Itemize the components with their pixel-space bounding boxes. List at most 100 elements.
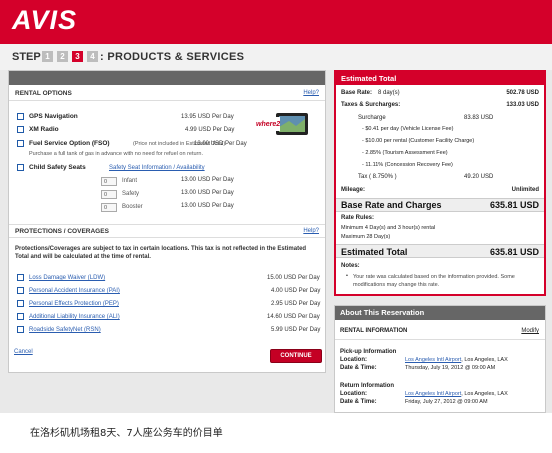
pai-checkbox[interactable] (17, 287, 24, 294)
ali-link[interactable]: Additional Liability Insurance (ALI) (29, 314, 120, 320)
return-date: Friday, July 27, 2012 @ 09:00 AM (405, 399, 488, 405)
ali-checkbox[interactable] (17, 313, 24, 320)
pickup-location-rest: , Los Angeles, LAX (461, 357, 508, 363)
estimated-total-header-title: Estimated Total (341, 74, 397, 83)
base-rate-value: 502.78 USD (506, 90, 539, 96)
pickup-location-label: Location: (340, 357, 367, 363)
pai-link[interactable]: Personal Accident Insurance (PAI) (29, 288, 120, 294)
rental-options-help-link[interactable]: Help? (303, 90, 319, 96)
screenshot-frame: AVIS STEP 1 2 3 4 : PRODUCTS & SERVICES … (0, 0, 552, 413)
modify-link[interactable]: Modify (521, 328, 539, 334)
notes-label: Notes: (341, 263, 360, 269)
step-2[interactable]: 2 (57, 51, 68, 62)
return-header: Return Information (340, 383, 394, 389)
booster-label: Booster (122, 204, 143, 210)
mileage-label: Mileage: (341, 187, 366, 193)
gps-label: GPS Navigation (29, 113, 78, 120)
rsn-link[interactable]: Roadside SafetyNet (RSN) (29, 327, 101, 333)
taxes-value: 133.03 USD (506, 102, 539, 108)
base-rate-days: 8 day(s) (378, 90, 400, 96)
surcharge-item: - 11.11% (Concession Recovery Fee) (362, 162, 453, 168)
about-reservation-title: About This Reservation (340, 308, 425, 317)
ldw-link[interactable]: Loss Damage Waiver (LDW) (29, 275, 105, 281)
rental-information-title: RENTAL INFORMATION (340, 328, 408, 334)
rental-options-header: RENTAL OPTIONS Help? (9, 87, 325, 101)
mileage-value: Unlimited (511, 187, 539, 193)
estimated-total-value: 635.81 USD (489, 247, 539, 257)
xm-radio-price: 4.99 USD Per Day (185, 127, 235, 133)
return-date-label: Date & Time: (340, 399, 377, 405)
child-seats-label: Child Safety Seats (29, 164, 86, 171)
fso-label: Fuel Service Option (FSO) (29, 140, 110, 147)
protections-title: PROTECTIONS / COVERAGES (15, 228, 109, 235)
return-location-rest: , Los Angeles, LAX (461, 391, 508, 397)
notes-bullet: • (346, 273, 348, 279)
image-caption: 在洛杉矶机场租8天、7人座公务车的价目单 (30, 428, 223, 439)
infant-label: Infant (122, 178, 138, 184)
step-4: 4 (87, 51, 98, 62)
step-1[interactable]: 1 (42, 51, 53, 62)
surcharge-label: Surcharge (358, 115, 386, 121)
pickup-header: Pick-up Information (340, 349, 397, 355)
options-panel: RENTAL OPTIONS Help? GPS Navigation 13.9… (8, 70, 326, 373)
pickup-date-label: Date & Time: (340, 365, 377, 371)
booster-qty-select[interactable]: 0 (101, 203, 117, 212)
return-location-label: Location: (340, 391, 367, 397)
ldw-checkbox[interactable] (17, 274, 24, 281)
base-charges-value: 635.81 USD (489, 200, 539, 210)
rate-rule: Maximum 28 Day(s) (341, 234, 391, 240)
rsn-price: 5.99 USD Per Day (271, 327, 321, 333)
cancel-link[interactable]: Cancel (14, 349, 33, 355)
gps-checkbox[interactable] (17, 113, 24, 120)
tax-value: 49.20 USD (464, 174, 494, 180)
pickup-date: Thursday, July 19, 2012 @ 09:00 AM (405, 365, 496, 371)
header-bar: AVIS (0, 0, 552, 44)
estimated-total-panel: Estimated Total Base Rate: 8 day(s) 502.… (334, 70, 546, 296)
pep-price: 2.95 USD Per Day (271, 301, 321, 307)
protections-header: PROTECTIONS / COVERAGES Help? (9, 224, 325, 238)
protections-notice: Protections/Coverages are subject to tax… (15, 246, 307, 260)
surcharge-item: - $10.00 per rental (Customer Facility C… (362, 138, 475, 144)
pai-price: 4.00 USD Per Day (271, 288, 321, 294)
safety-seat-info-link[interactable]: Safety Seat Information / Availability (109, 165, 205, 171)
protections-help-link[interactable]: Help? (303, 228, 319, 234)
pickup-location: Los Angeles Intl Airport, Los Angeles, L… (405, 357, 508, 363)
safety-qty-select[interactable]: 0 (101, 190, 117, 199)
gps-brand-text: where2 (256, 121, 281, 128)
rate-rules-label: Rate Rules: (341, 215, 375, 221)
about-reservation-header: About This Reservation (335, 306, 545, 320)
xm-radio-label: XM Radio (29, 126, 59, 133)
rate-rule: Minimum 4 Day(s) and 3 hour(s) rental (341, 225, 436, 231)
pep-link[interactable]: Personal Effects Protection (PEP) (29, 301, 119, 307)
booster-price: 13.00 USD Per Day (181, 203, 234, 209)
fso-price: 13.00 USD Per Day (194, 141, 247, 147)
rental-options-title: RENTAL OPTIONS (15, 90, 72, 97)
base-rate-label: Base Rate: (341, 90, 373, 96)
infant-price: 13.00 USD Per Day (181, 177, 234, 183)
continue-button[interactable]: CONTINUE (270, 349, 322, 363)
rsn-checkbox[interactable] (17, 326, 24, 333)
avis-logo[interactable]: AVIS (12, 5, 77, 36)
infant-qty-select[interactable]: 0 (101, 177, 117, 186)
gps-price: 13.95 USD Per Day (181, 114, 234, 120)
surcharge-item: - 2.85% (Tourism Assessment Fee) (362, 150, 448, 156)
tax-label: Tax ( 8.750% ) (358, 174, 397, 180)
ldw-price: 15.00 USD Per Day (267, 275, 320, 281)
xm-radio-checkbox[interactable] (17, 126, 24, 133)
about-reservation-panel: About This Reservation RENTAL INFORMATIO… (334, 305, 546, 413)
pep-checkbox[interactable] (17, 300, 24, 307)
pickup-location-link[interactable]: Los Angeles Intl Airport (405, 357, 461, 363)
base-charges-label: Base Rate and Charges (341, 200, 442, 210)
safety-price: 13.00 USD Per Day (181, 190, 234, 196)
step-label: STEP (12, 51, 41, 63)
estimated-total-header: Estimated Total (336, 72, 544, 85)
estimated-total-label: Estimated Total (341, 247, 408, 257)
return-location-link[interactable]: Los Angeles Intl Airport (405, 391, 461, 397)
child-seats-checkbox[interactable] (17, 164, 24, 171)
about-divider (335, 339, 545, 340)
step-3: 3 (72, 51, 83, 62)
safety-label: Safety (122, 191, 140, 197)
ali-price: 14.60 USD Per Day (267, 314, 320, 320)
options-panel-header (9, 71, 325, 85)
fso-checkbox[interactable] (17, 140, 24, 147)
